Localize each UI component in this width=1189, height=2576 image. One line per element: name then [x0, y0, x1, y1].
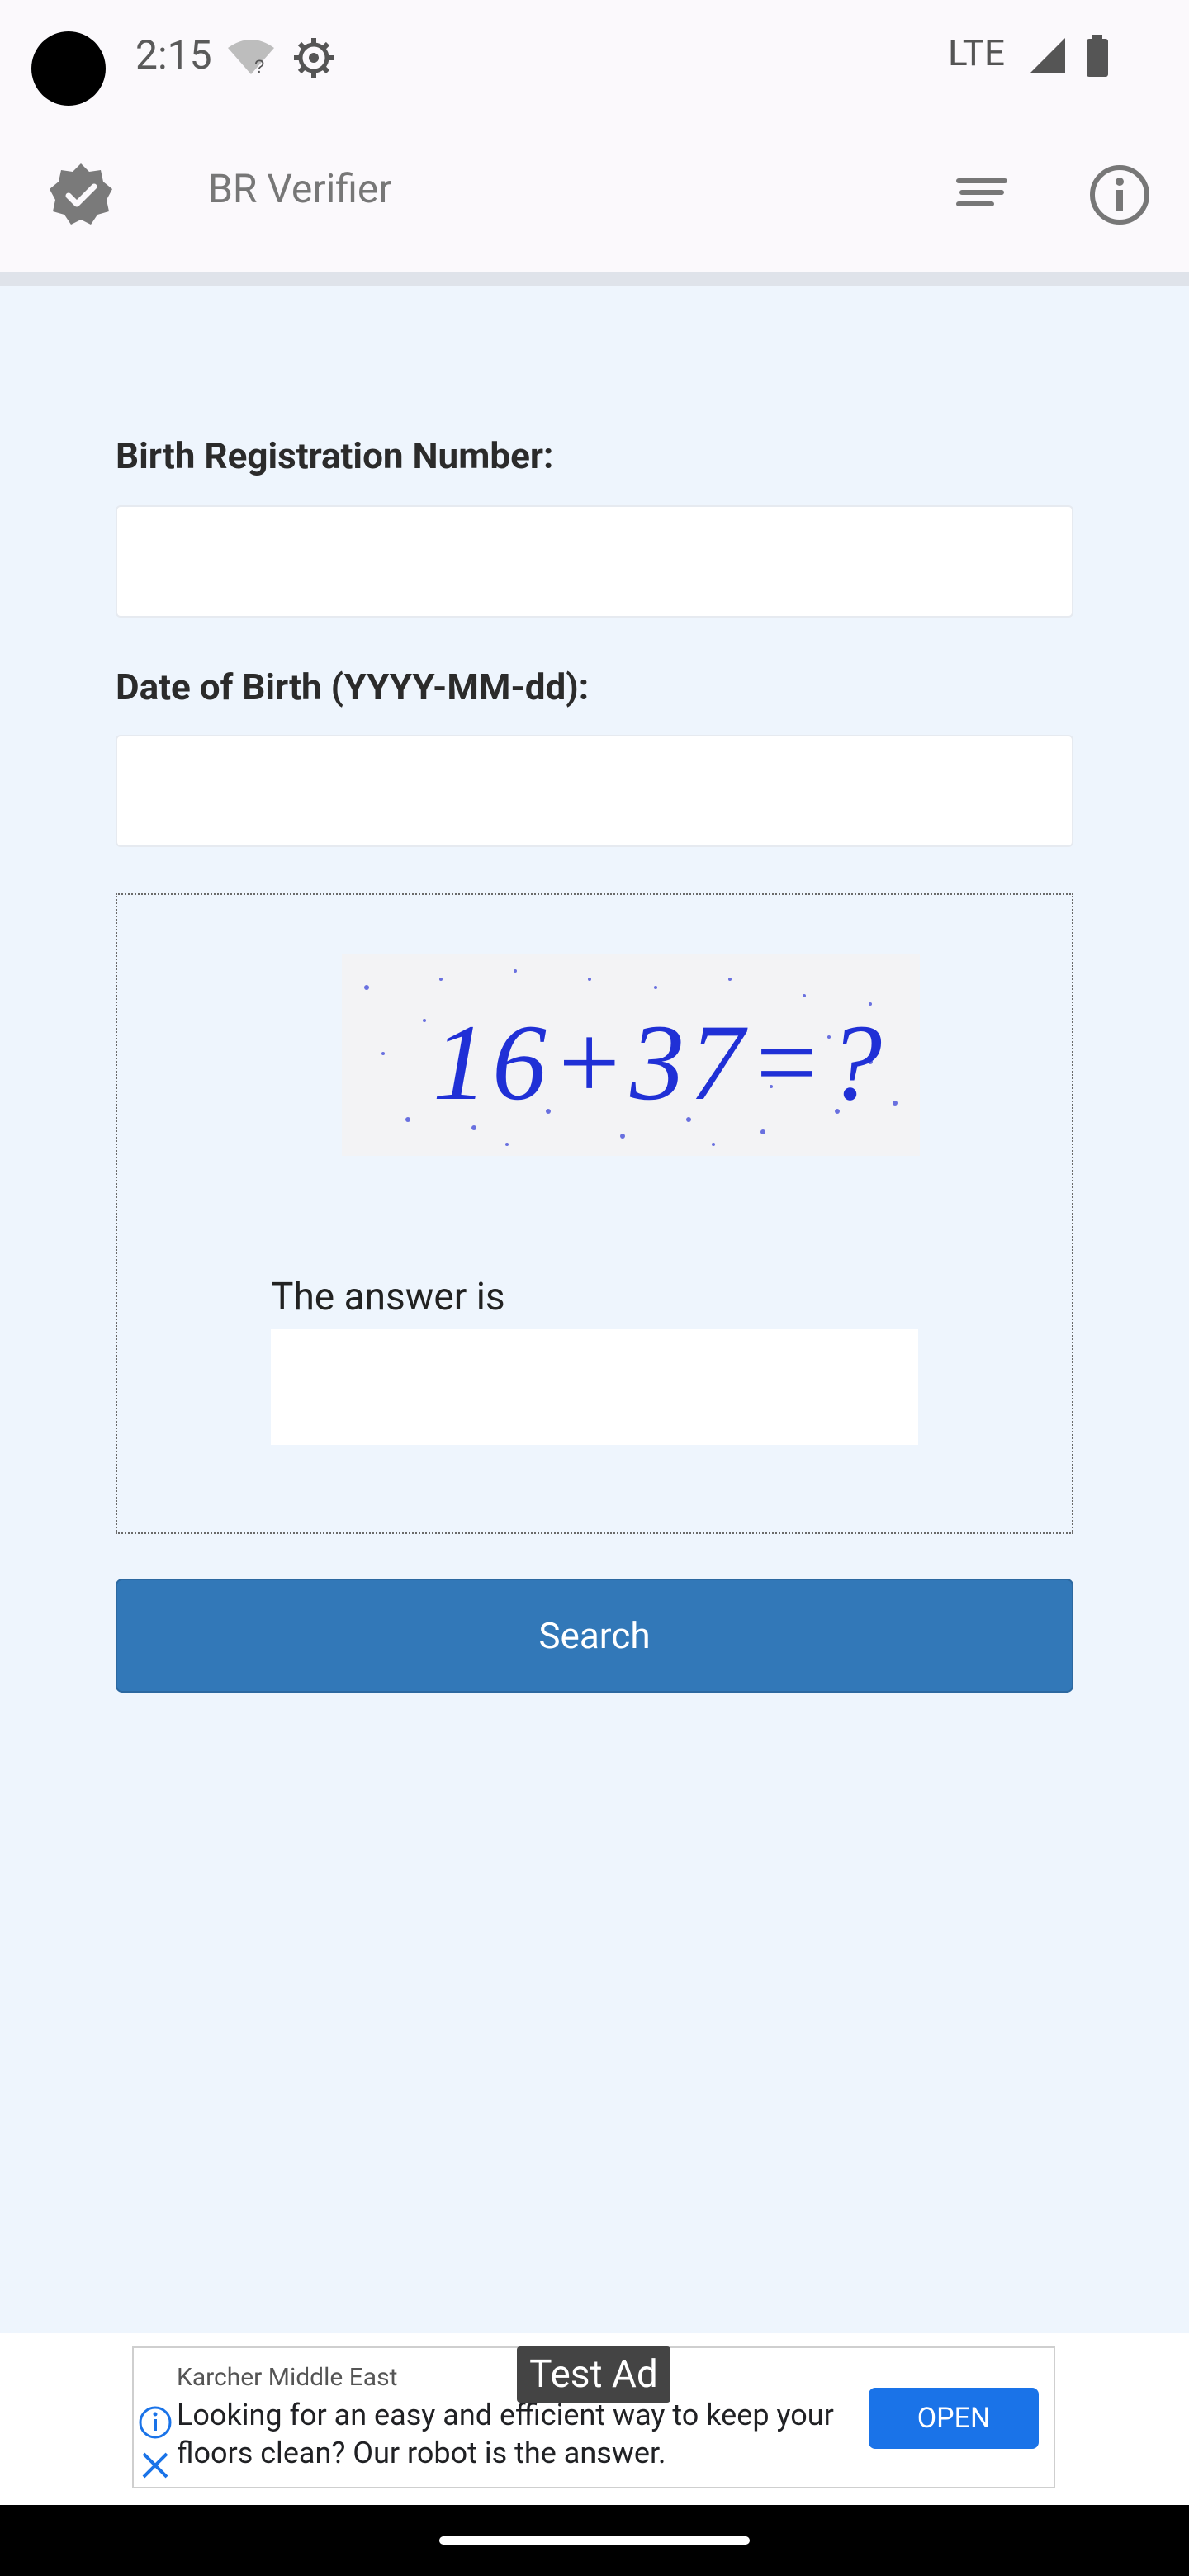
captcha-image: 16+37=?: [342, 954, 920, 1156]
status-time: 2:15: [135, 31, 212, 78]
brn-input[interactable]: [116, 505, 1073, 618]
ad-info-icon[interactable]: [137, 2404, 173, 2444]
ad-advertiser: Karcher Middle East: [177, 2363, 398, 2392]
test-ad-badge: Test Ad: [517, 2346, 670, 2403]
dob-input[interactable]: [116, 735, 1073, 847]
search-button[interactable]: Search: [116, 1579, 1073, 1693]
network-type: LTE: [948, 31, 1006, 74]
battery-icon: [1085, 35, 1110, 81]
dob-label: Date of Birth (YYYY-MM-dd):: [116, 665, 590, 708]
app-bar: [0, 116, 1189, 272]
camera-cutout: [31, 31, 106, 106]
app-bar-divider: [0, 272, 1189, 286]
verified-badge-icon: [48, 162, 114, 231]
captcha-answer-input[interactable]: [271, 1329, 918, 1445]
ad-close-icon[interactable]: [140, 2451, 170, 2484]
ad-text[interactable]: Looking for an easy and efficient way to…: [177, 2396, 870, 2472]
captcha-text: 16+37=?: [433, 1002, 887, 1123]
app-title: BR Verifier: [208, 165, 392, 212]
brn-label: Birth Registration Number:: [116, 434, 554, 477]
home-indicator[interactable]: [439, 2536, 750, 2545]
settings-icon: [292, 36, 335, 83]
answer-label: The answer is: [271, 1275, 505, 1319]
ad-open-button[interactable]: OPEN: [869, 2388, 1039, 2449]
signal-icon: [1029, 36, 1067, 78]
menu-icon[interactable]: [955, 175, 1009, 215]
wifi-icon: ?: [225, 36, 277, 79]
svg-text:?: ?: [254, 56, 264, 76]
info-icon[interactable]: [1088, 163, 1151, 230]
